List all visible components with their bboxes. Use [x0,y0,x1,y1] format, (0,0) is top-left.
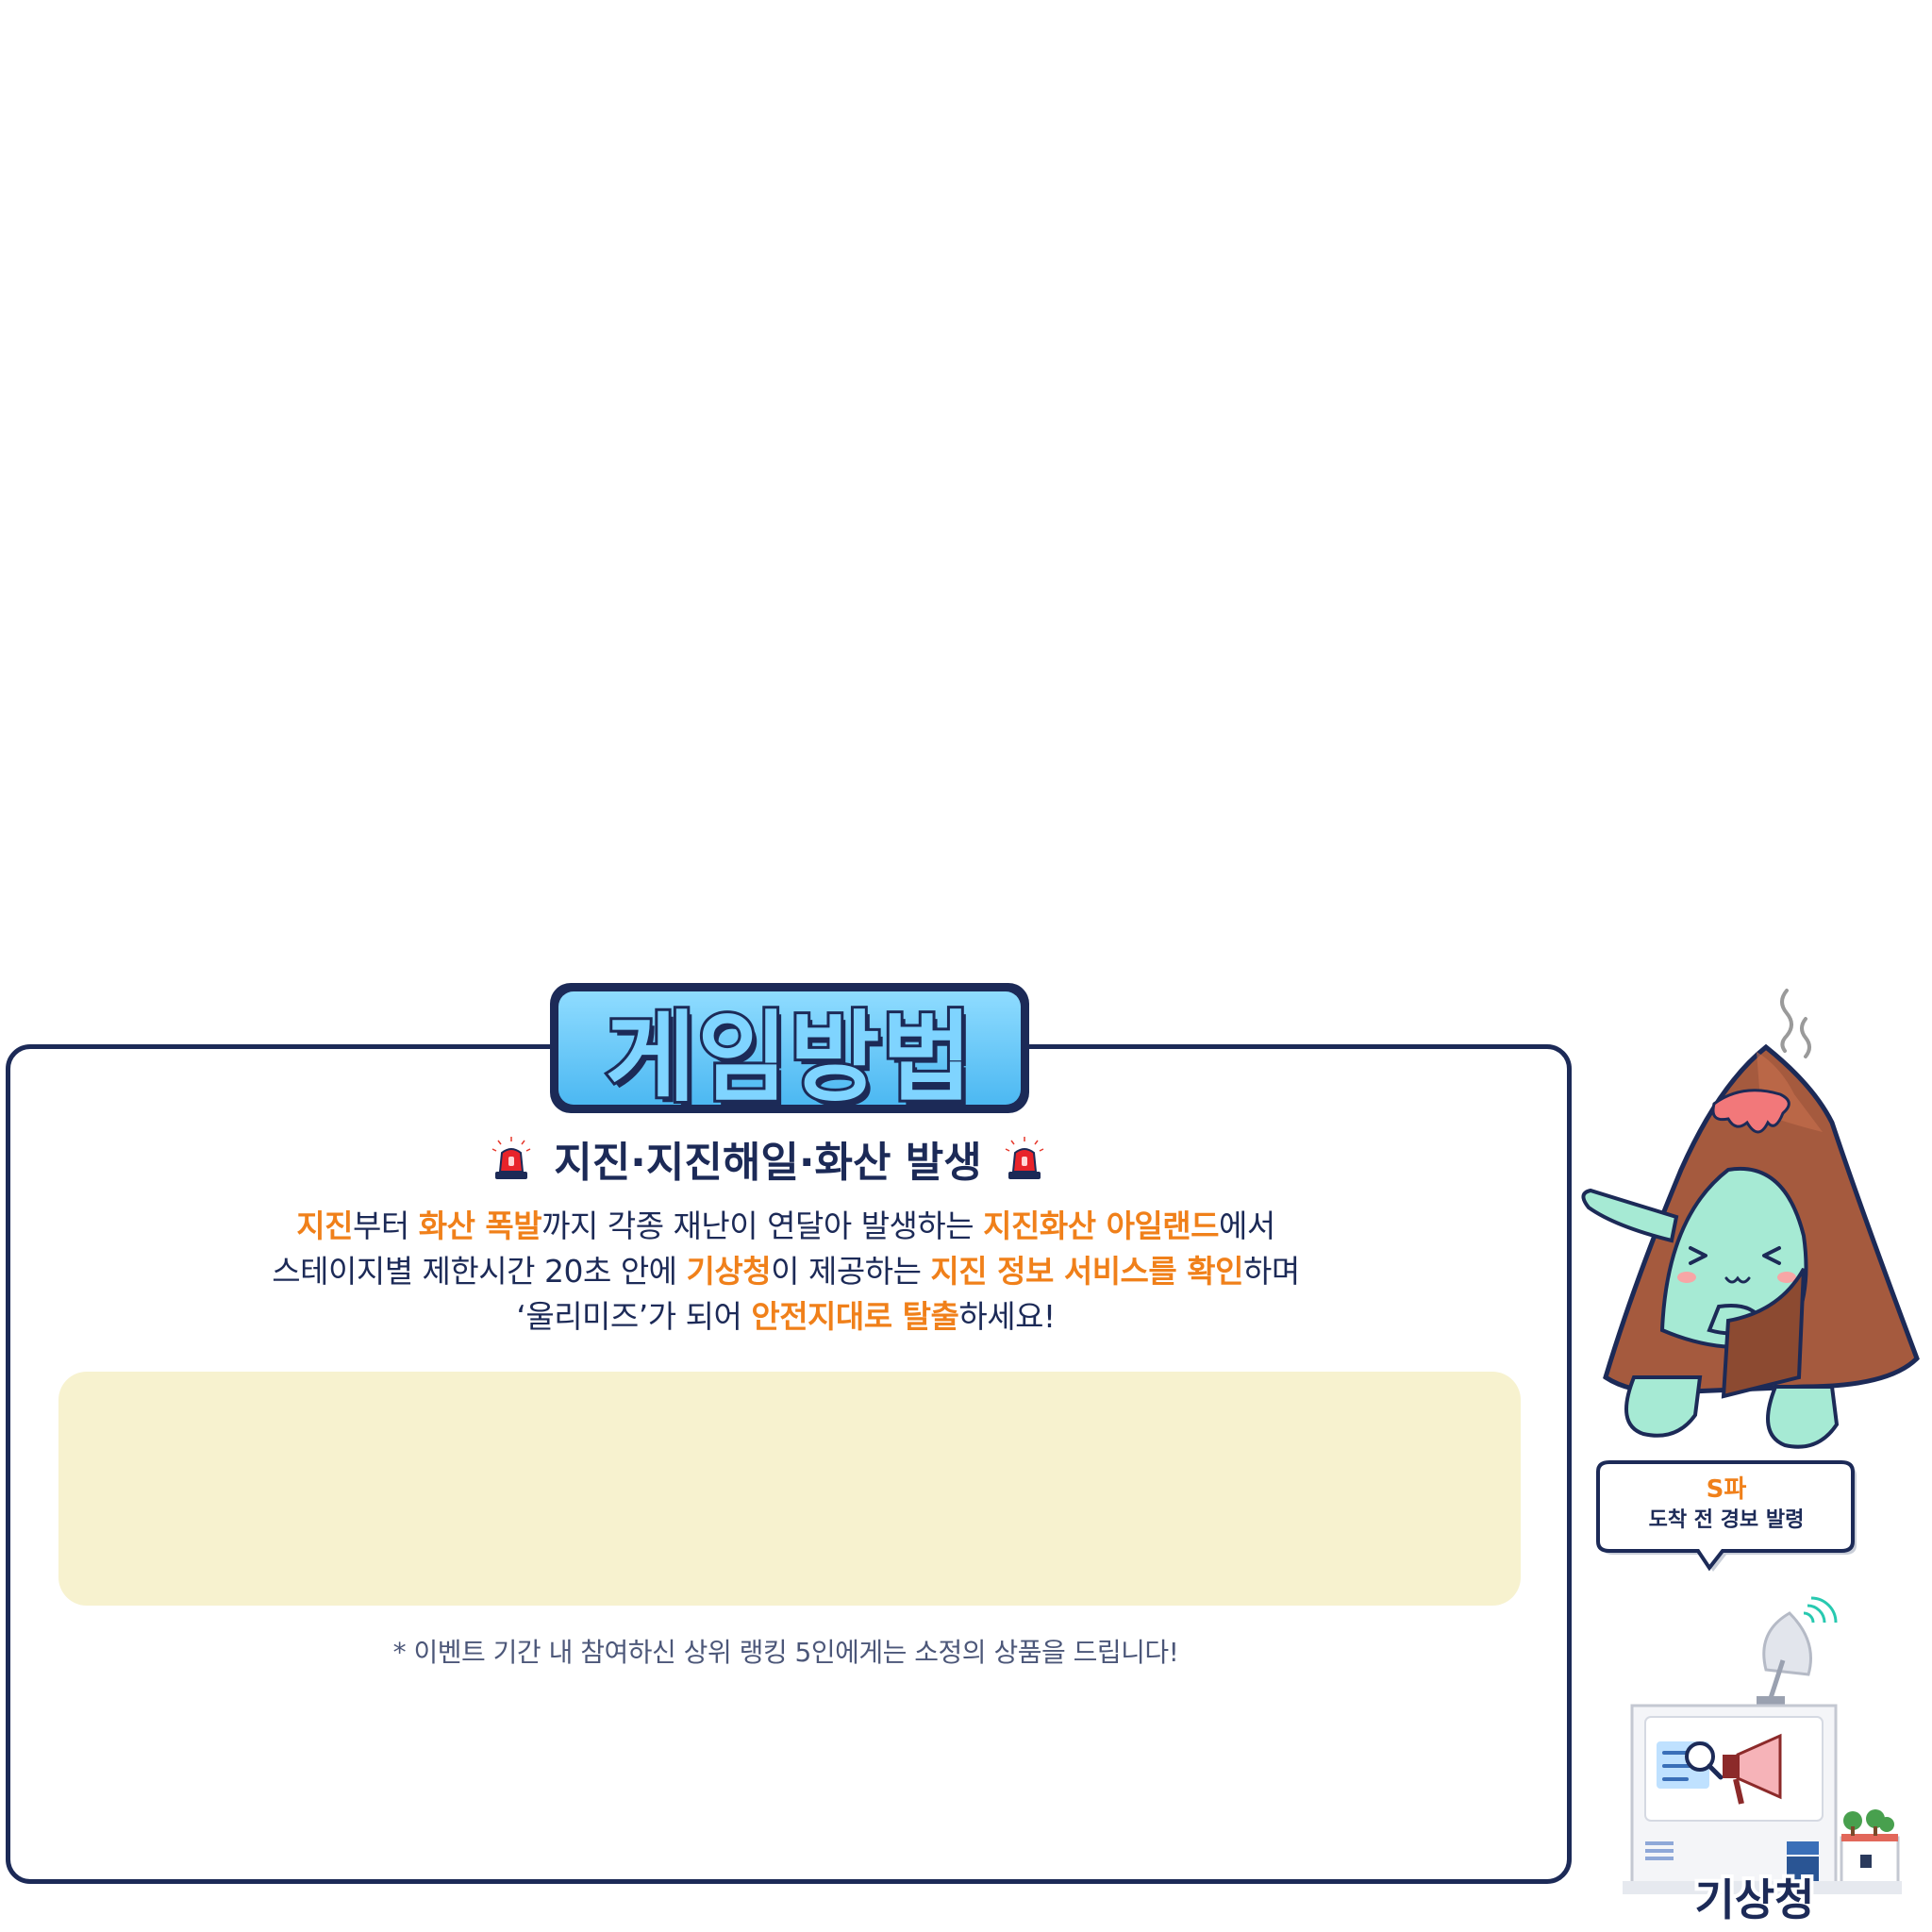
desc-segment: 까지 각종 재난이 연달아 발생하는 [541,1208,984,1244]
desc-segment: 안전지대로 탈출 [751,1298,959,1335]
prize-note: * 이벤트 기간 내 참여하신 상위 랭킹 5인에게는 소정의 상품을 드립니다… [392,1637,1179,1668]
subheading-text: 지진·지진해일·화산 발생 [554,1139,982,1187]
desc-segment: 하세요! [958,1298,1056,1335]
desc-segment: 지진 정보 서비스를 확인 [930,1253,1243,1290]
tree-icon [1843,1809,1894,1836]
kma-building-illustration [1623,1596,1902,1894]
game-description: 지진부터 화산 폭발까지 각종 재난이 연달아 발생하는 지진화산 아일랜드에서… [57,1204,1515,1340]
page-title: 게임방법 [603,997,975,1118]
description-line-3: ‘울리미즈’가 되어 안전지대로 탈출하세요! [57,1294,1515,1340]
kma-label: 기상청 [1691,1871,1819,1929]
bubble-line-1: S파 [1706,1475,1747,1504]
bubble-line-2: 도착 전 경보 발령 [1648,1508,1805,1532]
desc-segment: 화산 폭발 [418,1208,542,1244]
siren-icon [491,1137,531,1179]
desc-segment: 기상청 [686,1253,772,1290]
siren-icon [1005,1137,1044,1179]
volcano-mascot [1581,989,1920,1449]
description-line-1: 지진부터 화산 폭발까지 각종 재난이 연달아 발생하는 지진화산 아일랜드에서 [57,1204,1515,1249]
description-line-2: 스테이지별 제한시간 20초 안에 기상청이 제공하는 지진 정보 서비스를 확… [57,1249,1515,1294]
title-badge: 게임방법 [550,983,1029,1118]
bubble-text: S파 도착 전 경보 발령 [1594,1474,1858,1536]
title-badge-inner: 게임방법 [558,991,1021,1118]
satellite-dish-icon [1757,1596,1838,1707]
desc-segment: 부터 [352,1208,419,1244]
desc-segment: 지진화산 아일랜드 [983,1208,1220,1244]
game-content-area [58,1372,1521,1606]
desc-segment: 에서 [1219,1208,1275,1244]
desc-segment: ‘울리미즈’가 되어 [516,1298,752,1335]
desc-segment: 이 제공하는 [771,1253,931,1290]
desc-segment: 스테이지별 제한시간 20초 안에 [272,1253,687,1290]
desc-segment: 하며 [1243,1253,1300,1290]
desc-segment: 지진 [296,1208,353,1244]
